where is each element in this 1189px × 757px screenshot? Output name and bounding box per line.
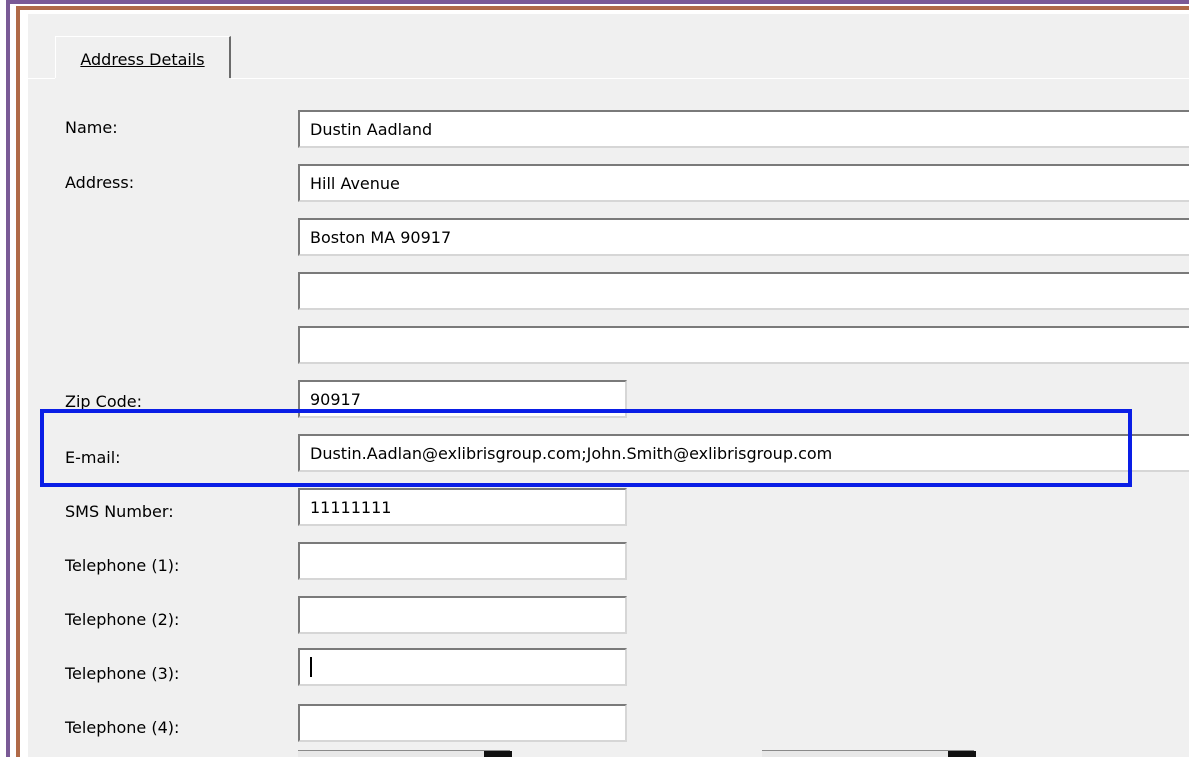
address-line-1-field[interactable]: Hill Avenue bbox=[298, 164, 1189, 202]
address-line-4-field[interactable] bbox=[298, 326, 1189, 364]
name-label: Name: bbox=[65, 118, 118, 137]
telephone-4-label: Telephone (4): bbox=[65, 718, 180, 737]
frame-border-left bbox=[16, 6, 20, 757]
tab-address-details-label: Address Details bbox=[80, 50, 205, 69]
address-line-2-value: Boston MA 90917 bbox=[310, 227, 452, 247]
window-border-left bbox=[6, 0, 10, 757]
dropdown-arrow-icon[interactable] bbox=[948, 751, 976, 757]
window-border-top bbox=[6, 0, 1189, 4]
email-highlight-box bbox=[40, 409, 1132, 487]
text-cursor bbox=[310, 657, 312, 677]
sms-number-field[interactable]: 11111111 bbox=[298, 488, 627, 526]
telephone-1-label: Telephone (1): bbox=[65, 556, 180, 575]
address-line-2-field[interactable]: Boston MA 90917 bbox=[298, 218, 1189, 256]
telephone-4-field[interactable] bbox=[298, 704, 627, 742]
dropdown-arrow-icon[interactable] bbox=[484, 751, 512, 757]
name-field[interactable]: Dustin Aadland bbox=[298, 110, 1189, 148]
telephone-2-label: Telephone (2): bbox=[65, 610, 180, 629]
zip-code-value: 90917 bbox=[310, 389, 361, 409]
sms-number-label: SMS Number: bbox=[65, 502, 174, 521]
bottom-dropdown-1[interactable] bbox=[298, 750, 510, 757]
telephone-1-field[interactable] bbox=[298, 542, 627, 580]
telephone-3-label: Telephone (3): bbox=[65, 664, 180, 683]
tab-strip-line bbox=[231, 78, 1189, 79]
sms-number-value: 11111111 bbox=[310, 497, 392, 517]
address-line-3-field[interactable] bbox=[298, 272, 1189, 310]
address-label: Address: bbox=[65, 173, 135, 192]
tab-strip-line bbox=[28, 78, 55, 79]
address-details-window: Address Details Name: Dustin Aadland Add… bbox=[0, 0, 1189, 757]
telephone-2-field[interactable] bbox=[298, 596, 627, 634]
bottom-dropdown-2[interactable] bbox=[762, 750, 974, 757]
tab-address-details[interactable]: Address Details bbox=[55, 36, 231, 78]
frame-border-top bbox=[16, 6, 1189, 10]
address-line-1-value: Hill Avenue bbox=[310, 173, 400, 193]
telephone-3-field[interactable] bbox=[298, 648, 627, 686]
name-value: Dustin Aadland bbox=[310, 119, 433, 139]
